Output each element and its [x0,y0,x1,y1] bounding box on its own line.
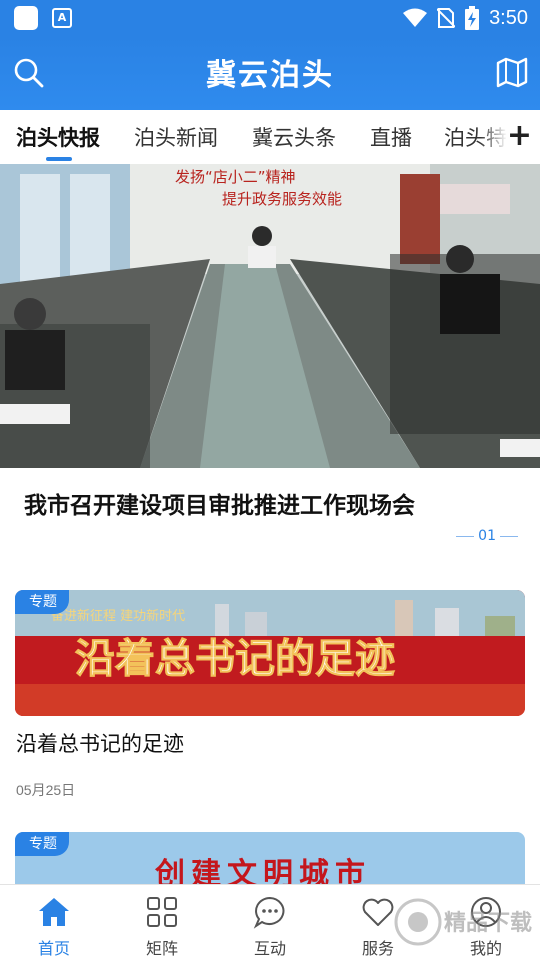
grid-icon [147,897,177,927]
tab-jiyun-headlines[interactable]: 冀云头条 [252,122,336,152]
font-notification-icon: A [52,8,72,28]
app-title: 冀云泊头 [206,58,334,93]
status-time: 3:50 [489,6,528,29]
add-channel-icon[interactable]: + [507,121,532,151]
map-icon[interactable] [494,54,530,90]
home-icon [39,898,69,926]
carousel-page-number: 01 [478,528,496,544]
nav-home-label: 首页 [37,939,70,958]
watermark-text: 精品下载 [444,910,532,936]
channel-tabs: 泊头快报 泊头新闻 冀云头条 直播 泊头特 + [0,110,540,164]
carousel-page-indicator: 01 [456,528,518,544]
topic-banner-graphic: 奋进新征程 建功新时代 沿着总书记的足迹 [15,590,525,716]
topic-card-title[interactable]: 沿着总书记的足迹 [16,728,184,758]
photo-slogan-1: 发扬“店小二”精神 [175,168,296,186]
topic-tag-2: 专题 [15,832,69,856]
app-header: 冀云泊头 [0,36,540,110]
topic-banner-text: 沿着总书记的足迹 [75,636,395,682]
topic-banner-subtext: 奋进新征程 建功新时代 [51,608,185,624]
topic-card[interactable]: 奋进新征程 建功新时代 沿着总书记的足迹 专题 沿着总书记的足迹 05月25日 [0,574,540,816]
watermark: 精品下载 [394,898,532,946]
nav-home[interactable]: 首页 [0,885,108,961]
meeting-photo: 发扬“店小二”精神 提升政务服务效能 [0,164,540,468]
app-notification-icon [14,6,38,30]
headline-title[interactable]: 我市召开建设项目审批推进工作现场会 [24,486,415,520]
tab-bt-express[interactable]: 泊头快报 [16,122,100,152]
nav-matrix-label: 矩阵 [145,939,178,958]
topic-card-date: 05月25日 [16,782,76,798]
nav-interact[interactable]: 互动 [216,885,324,961]
tab-bt-news[interactable]: 泊头新闻 [134,122,218,152]
topic-tag: 专题 [15,590,69,614]
nav-interact-label: 互动 [253,939,286,958]
wifi-icon [403,8,428,27]
photo-slogan-2: 提升政务服务效能 [222,190,342,208]
tab-live[interactable]: 直播 [370,122,412,152]
headline-carousel[interactable]: 发扬“店小二”精神 提升政务服务效能 我市召开建设项目审批推进工作现场会 01 [0,164,540,574]
nav-matrix[interactable]: 矩阵 [108,885,216,961]
battery-charging-icon [465,6,480,30]
no-sim-icon [437,8,456,28]
active-tab-indicator [46,157,72,161]
status-bar: A 3:50 [0,0,540,36]
topic-card-image: 奋进新征程 建功新时代 沿着总书记的足迹 专题 [15,590,525,716]
chat-icon [253,896,285,929]
